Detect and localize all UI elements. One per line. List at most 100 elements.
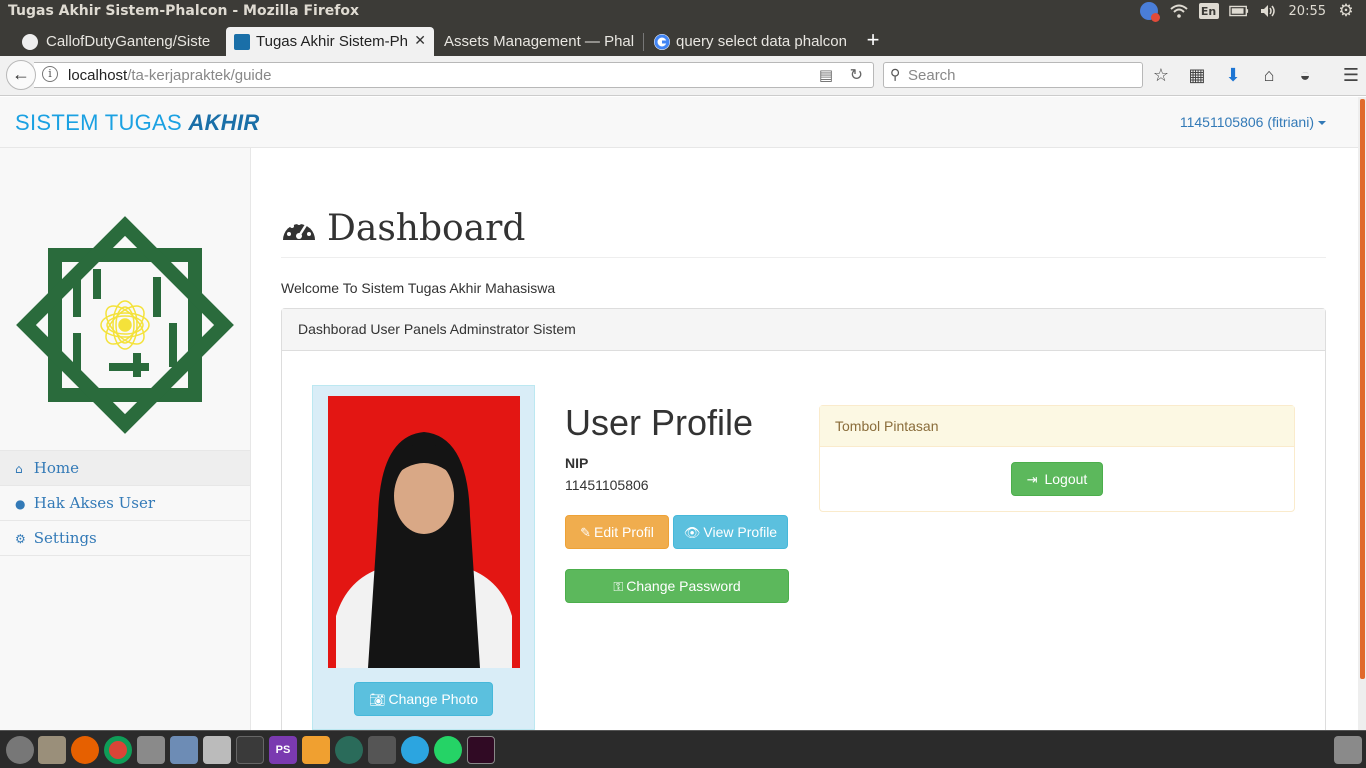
terminal-icon[interactable] — [467, 736, 495, 764]
nip-value: 11451105806 — [565, 477, 649, 493]
os-taskbar: PS — [0, 730, 1366, 768]
bookmarks-menu-icon[interactable]: ▦ — [1186, 65, 1208, 86]
tab-title: query select data phalcon — [676, 33, 847, 50]
university-logo — [16, 216, 234, 434]
sidebar-item-home[interactable]: ⌂ Home — [0, 451, 250, 486]
button-label: View Profile — [703, 524, 778, 540]
site-info-icon[interactable]: i — [42, 66, 58, 82]
eye-icon: 👁︎ — [683, 525, 701, 540]
shortcut-heading: Tombol Pintasan — [820, 406, 1294, 447]
browser-icon[interactable] — [335, 736, 363, 764]
search-input[interactable]: ⚲ Search — [883, 62, 1143, 88]
shortcut-panel: Tombol Pintasan ⇥ Logout — [819, 405, 1295, 512]
chrome-icon[interactable] — [104, 736, 132, 764]
user-dropdown[interactable]: 11451105806 (fitriani) — [1180, 114, 1326, 130]
graduation-cap-icon — [234, 34, 250, 50]
url-bar[interactable]: i localhost/ta-kerjapraktek/guide ▤ ↻ — [34, 62, 874, 88]
browser-navbar: i localhost/ta-kerjapraktek/guide ▤ ↻ ← … — [0, 56, 1366, 96]
caret-down-icon — [1318, 121, 1326, 126]
back-button[interactable]: ← — [6, 60, 36, 90]
view-profile-button[interactable]: 👁︎ View Profile — [673, 515, 788, 549]
bookmark-star-icon[interactable]: ☆ — [1150, 65, 1172, 86]
page-title-text: Dashboard — [327, 208, 526, 249]
reader-view-icon[interactable]: ▤ — [819, 66, 833, 84]
window-title: Tugas Akhir Sistem-Phalcon - Mozilla Fir… — [8, 3, 359, 19]
trash-icon[interactable] — [1334, 736, 1362, 764]
brand-logo-text[interactable]: SISTEM TUGAS AKHIR — [15, 110, 260, 136]
virtualbox-icon[interactable] — [170, 736, 198, 764]
settings-gear-icon[interactable]: ⚙ — [1336, 1, 1356, 21]
github-icon — [22, 34, 38, 50]
tab-assets-management[interactable]: Assets Management — Phal — [434, 27, 640, 56]
welcome-text: Welcome To Sistem Tugas Akhir Mahasiswa — [281, 280, 556, 296]
tab-title: Assets Management — Phal — [444, 33, 635, 50]
photo-card: 📷︎ Change Photo — [312, 385, 535, 730]
system-settings-icon[interactable] — [137, 736, 165, 764]
chrome-notification-icon[interactable] — [1139, 2, 1160, 22]
dashboard-icon — [283, 220, 315, 240]
button-label: Edit Profil — [593, 524, 654, 540]
sidebar: ⌂ Home ● Hak Akses User ⚙ Settings — [0, 148, 251, 730]
scrollbar-thumb[interactable] — [1360, 99, 1365, 679]
inkscape-icon[interactable] — [368, 736, 396, 764]
sublime-text-icon[interactable] — [302, 736, 330, 764]
brand-plain: SISTEM TUGAS — [15, 110, 189, 135]
logout-button[interactable]: ⇥ Logout — [1011, 462, 1103, 496]
home-icon[interactable]: ⌂ — [1258, 65, 1280, 86]
tab-separator — [643, 33, 644, 51]
telegram-icon[interactable] — [401, 736, 429, 764]
sidebar-item-label: Hak Akses User — [33, 494, 156, 512]
change-photo-button[interactable]: 📷︎ Change Photo — [354, 682, 493, 716]
browser-tab-strip: CallofDutyGanteng/Siste Tugas Akhir Sist… — [0, 24, 1366, 56]
home-icon: ⌂ — [15, 462, 23, 476]
button-label: Change Photo — [388, 691, 479, 707]
downloads-icon[interactable]: ⬇ — [1222, 65, 1244, 86]
search-icon: ⚲ — [890, 66, 901, 82]
camera-icon: 📷︎ — [368, 692, 386, 707]
tab-tugas-akhir[interactable]: Tugas Akhir Sistem-Ph ✕ — [226, 27, 434, 56]
os-top-bar: Tugas Akhir Sistem-Phalcon - Mozilla Fir… — [0, 0, 1366, 24]
url-path: /ta-kerjapraktek/guide — [127, 67, 272, 84]
gear-icon: ⚙ — [15, 532, 26, 546]
profile-title: User Profile — [565, 402, 754, 443]
drive-icon[interactable] — [203, 736, 231, 764]
profile-photo — [328, 396, 520, 668]
dashboard-panel: Dashborad User Panels Adminstrator Siste… — [281, 308, 1326, 730]
change-password-button[interactable]: ⚿ Change Password — [565, 569, 789, 603]
web-page: SISTEM TUGAS AKHIR 11451105806 (fitriani… — [0, 97, 1358, 730]
wifi-icon[interactable] — [1169, 2, 1189, 20]
new-tab-button[interactable]: + — [862, 27, 884, 53]
edit-profile-button[interactable]: ✎ Edit Profil — [565, 515, 669, 549]
reload-icon[interactable]: ↻ — [850, 65, 863, 85]
close-tab-icon[interactable]: ✕ — [414, 32, 426, 49]
toolbar-icons: ☆ ▦ ⬇ ⌂ ◒ ☰ — [1150, 65, 1362, 86]
sidebar-item-label: Home — [33, 459, 79, 477]
sidebar-item-hak-akses-user[interactable]: ● Hak Akses User — [0, 486, 250, 521]
panel-heading: Dashborad User Panels Adminstrator Siste… — [282, 309, 1325, 351]
volume-icon[interactable] — [1259, 2, 1279, 20]
clock[interactable]: 20:55 — [1289, 4, 1326, 19]
user-menu-label: 11451105806 (fitriani) — [1179, 114, 1314, 130]
firefox-icon[interactable] — [71, 736, 99, 764]
tab-google-query[interactable]: query select data phalcon — [646, 27, 852, 56]
phpstorm-icon[interactable]: PS — [269, 736, 297, 764]
button-label: Logout — [1044, 471, 1088, 487]
key-icon: ⚿ — [613, 579, 624, 594]
battery-icon[interactable] — [1228, 2, 1249, 20]
sign-out-icon: ⇥ — [1026, 472, 1038, 487]
divider — [281, 257, 1326, 258]
sidebar-item-settings[interactable]: ⚙ Settings — [0, 521, 250, 556]
app-icon[interactable] — [236, 736, 264, 764]
keyboard-layout-indicator[interactable]: En — [1198, 3, 1219, 19]
search-placeholder: Search — [908, 67, 956, 84]
files-icon[interactable] — [38, 736, 66, 764]
sidebar-menu: ⌂ Home ● Hak Akses User ⚙ Settings — [0, 450, 250, 556]
ubuntu-dash-icon[interactable] — [6, 736, 34, 764]
user-icon: ● — [15, 497, 26, 511]
hamburger-menu-icon[interactable]: ☰ — [1340, 65, 1362, 86]
brand-bold: AKHIR — [188, 110, 260, 135]
pocket-icon[interactable]: ◒ — [1294, 65, 1316, 86]
whatsapp-icon[interactable] — [434, 736, 462, 764]
tab-github[interactable]: CallofDutyGanteng/Siste — [0, 27, 226, 56]
google-icon — [654, 34, 670, 50]
